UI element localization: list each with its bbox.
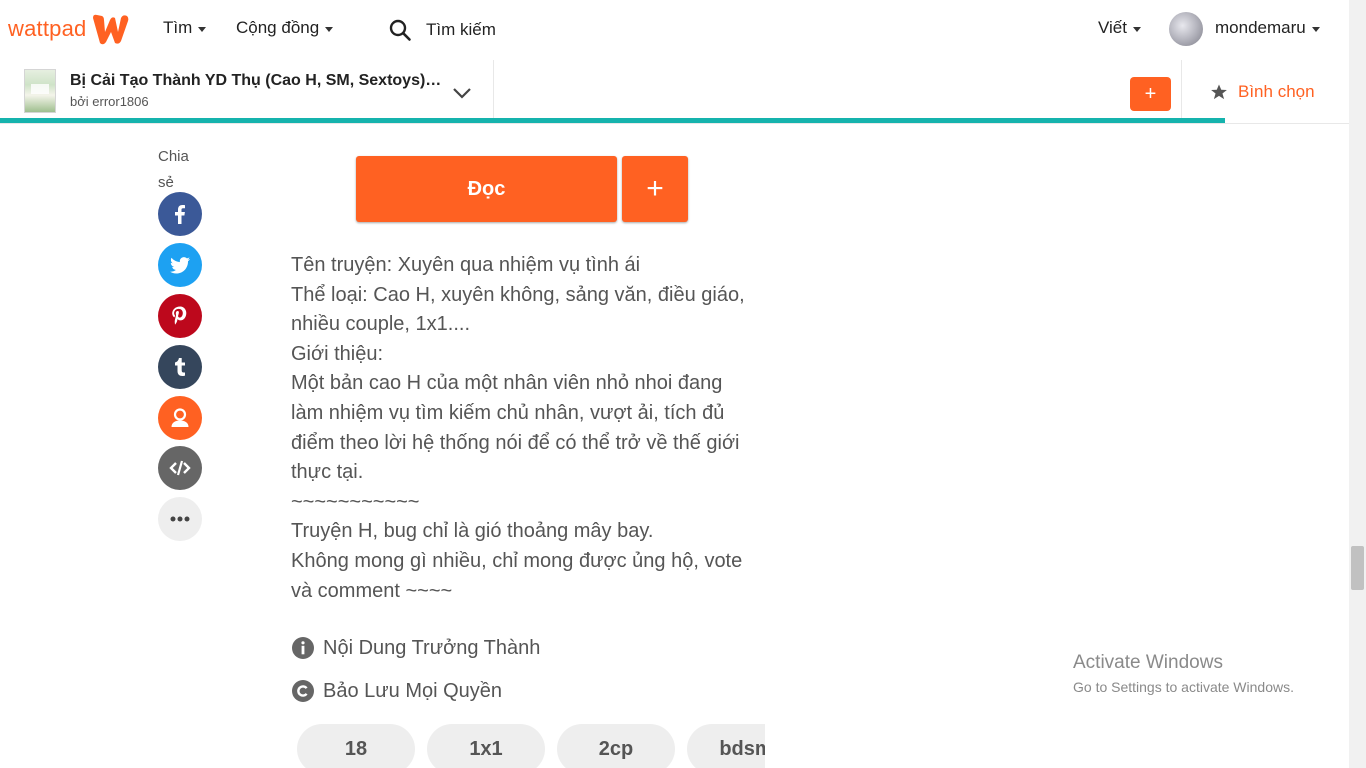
share-tumblr-button[interactable] [158,345,202,389]
search-placeholder: Tìm kiếm [426,20,496,39]
caret-down-icon [1311,26,1320,32]
story-header-bar: Bị Cải Tạo Thành YD Thụ (Cao H, SM, Sext… [0,60,1349,124]
user-icon [171,408,189,427]
copyright-icon [292,680,314,702]
read-add-button: + [622,156,688,222]
copyright-notice: Bảo Lưu Mọi Quyền [291,679,502,703]
reading-progress-bar [0,118,1225,123]
description-line: thực tại. [291,461,364,484]
share-profile-button[interactable] [158,396,202,440]
activate-subtitle: Go to Settings to activate Windows. [1073,679,1294,695]
share-more-button[interactable] [158,497,202,541]
description-line: Tên truyện: Xuyên qua nhiệm vụ tình ái [291,254,641,276]
logo-text: wattpad [8,16,87,41]
community-label: Cộng đồng [236,18,320,37]
write-label: Viết [1098,18,1127,37]
divider [493,60,494,124]
caret-down-icon [325,26,334,32]
windows-activation-watermark: Activate Windows Go to Settings to activ… [1073,652,1294,695]
mature-label: Nội Dung Trưởng Thành [323,636,541,659]
pinterest-icon [172,306,187,325]
caret-down-icon [1133,26,1141,32]
description-line: làm nhiệm vụ tìm kiếm chủ nhân, vượt ải,… [291,401,725,424]
share-facebook-button[interactable] [158,192,202,236]
share-label: Chia sẻ [158,148,189,191]
chevron-down-icon[interactable] [452,86,472,100]
vertical-scrollbar[interactable] [1349,0,1366,768]
vote-label: Bình chọn [1238,82,1315,101]
description-line: Thể loại: Cao H, xuyên không, sảng văn, … [291,283,745,306]
star-icon [1211,84,1227,100]
top-navigation: wattpad Tìm Cộng đồng Tìm kiếm Viết mond… [0,0,1349,60]
description-line: và comment ~~~~ [291,579,453,602]
search-icon [389,19,411,41]
tag-pill: 2cp [557,724,675,768]
share-twitter-button[interactable] [158,243,202,287]
search-box[interactable]: Tìm kiếm [388,16,496,44]
discover-label: Tìm [163,18,193,37]
read-button: Đọc [356,156,617,222]
description-line: ~~~~~~~~~~~ [291,490,420,513]
story-title[interactable]: Bị Cải Tạo Thành YD Thụ (Cao H, SM, Sext… [70,72,450,90]
caret-down-icon [198,26,207,32]
more-icon [170,516,190,522]
community-menu[interactable]: Cộng đồng [236,18,334,38]
story-cover-thumbnail[interactable] [24,69,56,113]
info-icon [292,637,314,659]
username: mondemaru [1215,18,1306,37]
story-description-image: Đọc + Tên truyện: Xuyên qua nhiệm vụ tìn… [280,124,765,768]
wattpad-w-icon [93,14,129,45]
tag-pill: 1x1 [427,724,545,768]
write-menu[interactable]: Viết [1098,18,1141,38]
tag-pill: 18 [297,724,415,768]
story-author[interactable]: bởi error1806 [70,94,149,109]
embed-code-icon [169,460,191,476]
description-line: Giới thiệu: [291,342,384,365]
add-to-library-button[interactable]: + [1130,77,1171,111]
user-avatar[interactable] [1169,12,1203,46]
scrollbar-thumb[interactable] [1351,546,1364,590]
activate-title: Activate Windows [1073,652,1223,673]
description-line: Truyện H, bug chỉ là gió thoảng mây bay. [291,520,654,543]
twitter-icon [169,257,190,274]
user-menu[interactable]: mondemaru [1215,18,1320,38]
vote-button[interactable]: Bình chọn [1210,82,1315,102]
facebook-icon [175,205,185,224]
share-embed-button[interactable] [158,446,202,490]
divider [1181,60,1182,124]
tumblr-icon [175,358,185,376]
wattpad-logo[interactable]: wattpad [8,12,130,46]
discover-menu[interactable]: Tìm [163,18,207,38]
story-description: Tên truyện: Xuyên qua nhiệm vụ tình ái T… [291,251,761,606]
description-line: điểm theo lời hệ thống nói để có thể trở… [291,431,740,454]
description-line: Không mong gì nhiều, chỉ mong được ủng h… [291,549,743,572]
description-line: nhiều couple, 1x1.... [291,313,471,336]
copyright-label: Bảo Lưu Mọi Quyền [323,679,503,702]
description-line: Một bản cao H của một nhân viên nhỏ nhoi… [291,372,723,395]
mature-content-notice: Nội Dung Trưởng Thành [291,636,540,660]
tag-pill: bdsm [687,724,765,768]
share-pinterest-button[interactable] [158,294,202,338]
